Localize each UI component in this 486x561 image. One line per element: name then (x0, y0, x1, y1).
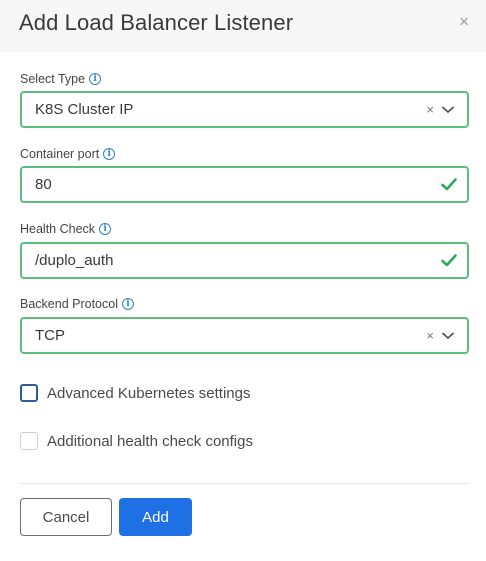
select-type-value: K8S Cluster IP (35, 101, 134, 118)
select-type-label: Select Type i (20, 72, 102, 86)
advanced-kubernetes-settings-label[interactable]: Advanced Kubernetes settings (47, 385, 250, 402)
clear-icon[interactable]: × (426, 328, 434, 343)
add-button[interactable]: Add (119, 498, 192, 536)
backend-protocol-label-text: Backend Protocol (20, 297, 118, 311)
advanced-kubernetes-settings-checkbox[interactable] (20, 384, 38, 402)
info-icon[interactable]: i (89, 73, 102, 85)
container-port-label-text: Container port (20, 147, 100, 161)
info-icon[interactable]: i (103, 148, 116, 160)
cancel-button[interactable]: Cancel (20, 498, 112, 536)
additional-health-check-configs-row[interactable]: Additional health check configs (20, 432, 253, 450)
dialog-title: Add Load Balancer Listener (19, 10, 294, 35)
health-check-label-text: Health Check (20, 222, 96, 236)
close-icon[interactable]: × (459, 13, 469, 30)
health-check-value: /duplo_auth (35, 252, 114, 269)
container-port-label: Container port i (20, 147, 116, 161)
add-listener-dialog: Add Load Balancer Listener × Select Type… (0, 0, 486, 561)
select-type-label-text: Select Type (20, 72, 86, 86)
footer-divider (20, 483, 469, 484)
additional-health-check-configs-checkbox[interactable] (20, 432, 38, 450)
additional-health-check-configs-label[interactable]: Additional health check configs (47, 433, 253, 450)
select-type-dropdown[interactable]: K8S Cluster IP × (20, 91, 469, 128)
container-port-input[interactable]: 80 (20, 166, 469, 203)
container-port-value: 80 (35, 176, 52, 193)
backend-protocol-dropdown[interactable]: TCP × (20, 317, 469, 354)
health-check-label: Health Check i (20, 222, 112, 236)
check-icon (441, 254, 457, 267)
chevron-down-icon[interactable] (441, 103, 455, 117)
backend-protocol-value: TCP (35, 327, 65, 344)
info-icon[interactable]: i (99, 223, 112, 235)
clear-icon[interactable]: × (426, 102, 434, 117)
advanced-kubernetes-settings-row[interactable]: Advanced Kubernetes settings (20, 384, 250, 402)
chevron-down-icon[interactable] (441, 329, 455, 343)
dialog-header: Add Load Balancer Listener × (0, 0, 486, 52)
health-check-input[interactable]: /duplo_auth (20, 242, 469, 279)
check-icon (441, 178, 457, 191)
info-icon[interactable]: i (121, 298, 134, 310)
backend-protocol-label: Backend Protocol i (20, 297, 134, 311)
